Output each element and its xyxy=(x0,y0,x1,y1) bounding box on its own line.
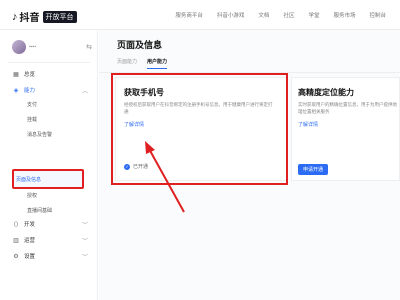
tab-page-capabilities[interactable]: 页面能力 xyxy=(117,58,137,69)
tabs: 页面能力 用户能力 xyxy=(117,58,168,69)
sidebar-sub-auth[interactable]: 授权 xyxy=(27,190,87,201)
sidebar-item-settings[interactable]: ⚙ 设置 ﹀ xyxy=(12,250,90,262)
nav-community[interactable]: 社区 xyxy=(283,11,294,19)
grid-icon: ▦ xyxy=(13,71,19,78)
chart-icon: ▥ xyxy=(13,237,19,244)
code-icon: ⟨⟩ xyxy=(13,221,19,228)
highlight-box-card xyxy=(111,73,288,185)
sidebar-item-operations[interactable]: ▥ 运营 ﹀ xyxy=(12,234,90,246)
account-name: ▪▪▪▪ xyxy=(29,44,37,50)
avatar xyxy=(12,40,26,54)
top-nav: 服务商平台 抖音小游戏 文档 社区 学堂 服务市场 控制台 xyxy=(175,11,386,19)
nav-service-market[interactable]: 服务市场 xyxy=(333,11,355,19)
sidebar-sub-live-basics[interactable]: 直播间基础 xyxy=(27,205,87,216)
chevron-down-icon: ﹀ xyxy=(81,238,88,245)
nav-docs[interactable]: 文档 xyxy=(258,11,269,19)
nav-academy[interactable]: 学堂 xyxy=(308,11,319,19)
sidebar-item-label: 总览 xyxy=(24,72,36,78)
sidebar-item-overview[interactable]: ▦ 总览 xyxy=(12,68,90,80)
card-title: 高精度定位能力 xyxy=(298,88,354,97)
sidebar-item-develop[interactable]: ⟨⟩ 开发 ﹀ xyxy=(12,218,90,230)
sidebar: ▪▪▪▪ ⇆ ▦ 总览 ◈ 能力 ︿ 支付 挂载 消息及告警 页面及信息 授权 … xyxy=(0,30,98,300)
divider xyxy=(8,62,90,63)
apply-button[interactable]: 申请开通 xyxy=(298,164,328,175)
tab-user-capabilities[interactable]: 用户能力 xyxy=(147,58,168,69)
sidebar-item-label: 能力 xyxy=(24,88,36,94)
sidebar-sub-page-info[interactable]: 页面及信息 xyxy=(16,174,76,185)
sidebar-item-label: 开发 xyxy=(24,222,36,228)
chevron-down-icon: ﹀ xyxy=(81,254,88,261)
switch-icon[interactable]: ⇆ xyxy=(86,43,92,51)
nav-console[interactable]: 控制台 xyxy=(369,11,386,19)
logo[interactable]: ♪ 抖音 开放平台 xyxy=(12,9,77,24)
app-name: 抖音 xyxy=(19,13,40,24)
app-tag: 开放平台 xyxy=(42,10,77,23)
capability-card-location[interactable]: 高精度定位能力 实时获取用户的精确位置信息，用于为用户提供地理位置相关服务 了解… xyxy=(291,77,400,181)
page-title: 页面及信息 xyxy=(117,40,163,50)
learn-more-link[interactable]: 了解详情 xyxy=(298,121,318,128)
nav-provider-platform[interactable]: 服务商平台 xyxy=(175,11,203,19)
card-description: 实时获取用户的精确位置信息，用于为用户提供地理位置相关服务 xyxy=(298,102,397,114)
sidebar-item-label: 设置 xyxy=(24,254,36,260)
sidebar-sub-mount[interactable]: 挂载 xyxy=(27,114,87,125)
chevron-up-icon: ︿ xyxy=(81,88,88,95)
sidebar-sub-payment[interactable]: 支付 xyxy=(27,99,87,110)
sidebar-sub-messages[interactable]: 消息及告警 xyxy=(27,129,87,140)
sidebar-item-capabilities[interactable]: ◈ 能力 ︿ xyxy=(12,84,90,96)
sidebar-item-label: 运营 xyxy=(24,238,36,244)
top-bar: ♪ 抖音 开放平台 服务商平台 抖音小游戏 文档 社区 学堂 服务市场 控制台 xyxy=(0,0,400,30)
account-switcher[interactable]: ▪▪▪▪ ⇆ xyxy=(12,38,92,58)
chevron-down-icon: ﹀ xyxy=(81,222,88,229)
douyin-logo-icon: ♪ xyxy=(12,10,18,23)
main-content: 页面及信息 页面能力 用户能力 获取手机号 经授权后获取用户在抖音绑定的注册手机… xyxy=(99,30,400,300)
cube-icon: ◈ xyxy=(13,87,19,94)
gear-icon: ⚙ xyxy=(13,253,19,260)
nav-mini-game[interactable]: 抖音小游戏 xyxy=(217,11,245,19)
